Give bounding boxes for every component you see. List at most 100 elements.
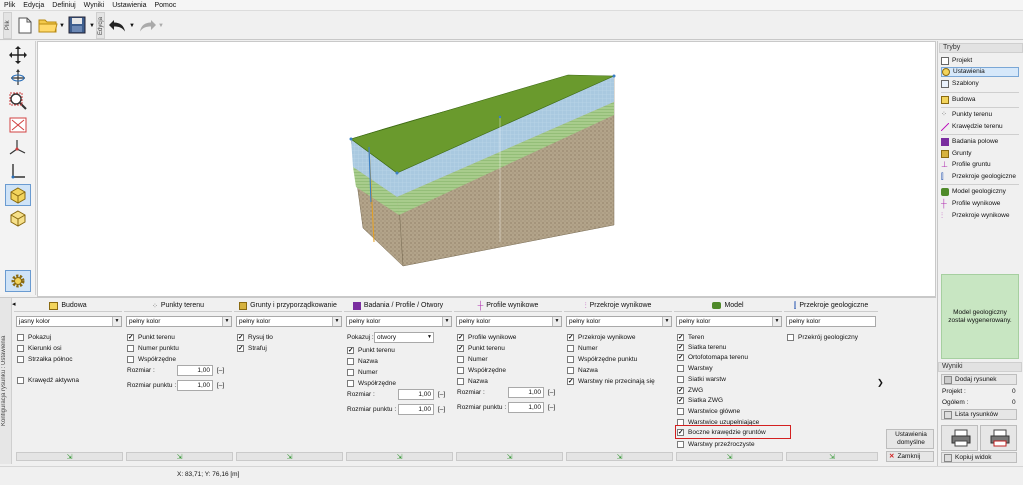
show-select[interactable]: otwory ▼ [374, 332, 434, 343]
checkbox-terrain-point[interactable]: ✓ Punkt terenu [457, 343, 505, 353]
checkbox-layers[interactable]: Warstwy [677, 363, 713, 373]
checkbox-north-arrow[interactable]: Strzałka północ [17, 354, 72, 364]
expand-right-icon[interactable]: ❯ [877, 378, 884, 387]
axes-3d-icon[interactable] [5, 137, 31, 159]
checkbox-soil-side-edges[interactable]: ✓ Boczne krawędzie gruntów [675, 425, 791, 439]
checkbox-point-coordinates[interactable]: Współrzędne punktu [567, 354, 637, 364]
checkbox-terrain-mesh[interactable]: ✓ Siatka terenu [677, 342, 726, 352]
chevron-down-icon[interactable]: ▼ [158, 23, 164, 29]
size-input[interactable]: 1,00 [177, 365, 213, 376]
mode-geological-model[interactable]: Model geologiczny [941, 187, 1019, 197]
checkbox-result-profiles[interactable]: ✓ Profile wynikowe [457, 332, 516, 342]
print-preview-button[interactable] [980, 425, 1017, 451]
move-icon[interactable] [5, 44, 31, 66]
mode-terrain-points[interactable]: ⁘ Punkty terenu [941, 110, 1019, 120]
point-size-input[interactable]: 1,00 [398, 404, 434, 415]
menu-results[interactable]: Wyniki [80, 0, 109, 10]
menu-file[interactable]: Plik [0, 0, 19, 10]
mode-project[interactable]: Projekt [941, 56, 1019, 66]
checkbox-layers-no-intersect[interactable]: ✓ Warstwy nie przecinają się [567, 376, 655, 386]
column-action-button[interactable]: ⇲ [236, 452, 343, 461]
add-figure-button[interactable]: Dodaj rysunek [941, 374, 1017, 385]
mode-geological-sections[interactable]: ⫿ Przekroje geologiczne [941, 172, 1019, 182]
size-input[interactable]: 1,00 [398, 389, 434, 400]
undo-icon[interactable] [108, 15, 128, 35]
column-action-button[interactable]: ⇲ [456, 452, 563, 461]
checkbox-gwt-mesh[interactable]: ✓ Siatka ZWG [677, 395, 723, 405]
color-select[interactable]: pełny kolor ▼ [126, 316, 232, 327]
checkbox-terrain[interactable]: ✓ Teren [677, 332, 704, 342]
zoom-extents-icon[interactable] [5, 114, 31, 136]
color-select[interactable]: pełny kolor ▼ [676, 316, 782, 327]
checkbox-hatch[interactable]: ✓ Strafuj [237, 343, 267, 353]
checkbox-number[interactable]: Numer [347, 367, 378, 377]
color-select[interactable]: pełny kolor ▼ [456, 316, 562, 327]
menu-define[interactable]: Definiuj [48, 0, 79, 10]
checkbox-transparent-layers[interactable]: Warstwy przeźroczyste [677, 439, 755, 449]
view-3d-icon[interactable] [5, 184, 31, 206]
color-select[interactable]: pełny kolor ▼ [236, 316, 342, 327]
column-action-button[interactable]: ⇲ [786, 452, 878, 461]
checkbox-minor-contours[interactable]: Warstwice uzupełniające [677, 417, 759, 427]
checkbox-terrain-point[interactable]: ✓ Punkt terenu [347, 345, 395, 355]
checkbox-name[interactable]: Nazwa [567, 365, 598, 375]
color-select[interactable]: pełny kolor [786, 316, 876, 327]
menu-help[interactable]: Pomoc [150, 0, 180, 10]
checkbox-point-number[interactable]: Numer punktu [127, 343, 179, 353]
chevron-down-icon[interactable]: ▼ [89, 23, 95, 29]
color-select[interactable]: pełny kolor ▼ [566, 316, 672, 327]
column-action-button[interactable]: ⇲ [346, 452, 453, 461]
new-file-icon[interactable] [15, 15, 35, 35]
print-button[interactable] [941, 425, 978, 451]
mode-terrain-edges[interactable]: Krawędzie terenu [941, 122, 1019, 132]
column-action-button[interactable]: ⇲ [676, 452, 783, 461]
default-settings-button[interactable]: Ustawienia domyślne [886, 429, 934, 449]
checkbox-coordinates[interactable]: Współrzędne [457, 365, 506, 375]
checkbox-layer-meshes[interactable]: Siatki warstw [677, 374, 726, 384]
checkbox-terrain-point[interactable]: ✓ Punkt terenu [127, 332, 175, 342]
view-box-icon[interactable] [5, 207, 31, 229]
axes-2d-icon[interactable] [5, 160, 31, 182]
checkbox-orthophoto[interactable]: ✓ Ortofotomapa terenu [677, 352, 748, 362]
checkbox-number[interactable]: Numer [567, 343, 598, 353]
column-action-button[interactable]: ⇲ [16, 452, 123, 461]
save-icon[interactable] [67, 15, 87, 35]
redo-icon[interactable] [137, 15, 157, 35]
checkbox-gwt[interactable]: ✓ ZWG [677, 385, 703, 395]
checkbox-name[interactable]: Nazwa [457, 376, 488, 386]
model-viewport[interactable] [37, 41, 936, 297]
mode-field-tests[interactable]: Badania polowe [941, 137, 1019, 147]
menu-settings[interactable]: Ustawienia [108, 0, 150, 10]
checkbox-geological-section[interactable]: Przekrój geologiczny [787, 332, 858, 342]
chevron-down-icon[interactable]: ▼ [59, 23, 65, 29]
figure-list-button[interactable]: Lista rysunków [941, 409, 1017, 420]
checkbox-number[interactable]: Numer [457, 354, 488, 364]
checkbox-axis-directions[interactable]: Kierunki osi [17, 343, 62, 353]
checkbox-active-edge[interactable]: Krawędź aktywna [17, 375, 79, 385]
point-size-input[interactable]: 1,00 [508, 402, 544, 413]
column-action-button[interactable]: ⇲ [566, 452, 673, 461]
checkbox-draw-background[interactable]: ✓ Rysuj tło [237, 332, 273, 342]
size-input[interactable]: 1,00 [508, 387, 544, 398]
drawing-config-tab[interactable]: Konfiguracja rysunku : Ustawienia [0, 298, 12, 464]
mode-soil-profiles[interactable]: ⊥ Profile gruntu [941, 160, 1019, 170]
checkbox-name[interactable]: Nazwa [347, 356, 378, 366]
mode-result-sections[interactable]: ⫶ Przekroje wynikowe [941, 211, 1019, 221]
zoom-icon[interactable] [5, 90, 31, 112]
checkbox-coordinates[interactable]: Współrzędne [127, 354, 176, 364]
color-select[interactable]: jasny kolor ▼ [16, 316, 122, 327]
mode-soils[interactable]: Grunty [941, 149, 1019, 159]
rotate-icon[interactable] [5, 67, 31, 89]
mode-templates[interactable]: Szablony [941, 79, 1019, 89]
settings-gear-icon[interactable] [5, 270, 31, 292]
checkbox-main-contours[interactable]: Warstwice główne [677, 406, 740, 416]
mode-building[interactable]: Budowa [941, 95, 1019, 105]
copy-view-button[interactable]: Kopiuj widok [941, 452, 1017, 463]
checkbox-result-sections[interactable]: ✓ Przekroje wynikowe [567, 332, 635, 342]
point-size-input[interactable]: 1,00 [177, 380, 213, 391]
open-folder-icon[interactable] [38, 15, 58, 35]
column-action-button[interactable]: ⇲ [126, 452, 233, 461]
checkbox-coordinates[interactable]: Współrzędne [347, 378, 396, 388]
chevron-down-icon[interactable]: ▼ [129, 23, 135, 29]
mode-result-profiles[interactable]: ┼ Profile wynikowe [941, 199, 1019, 209]
